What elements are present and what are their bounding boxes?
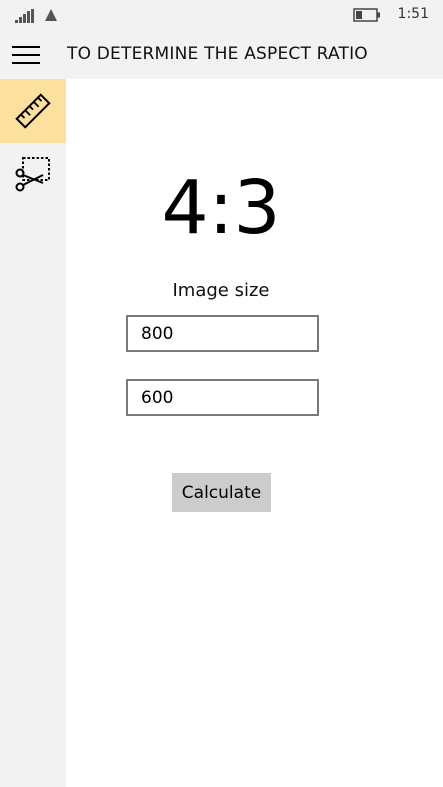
image-size-label: Image size — [172, 280, 270, 301]
height-input[interactable] — [126, 379, 319, 416]
network-icon — [45, 9, 57, 21]
battery-icon — [353, 8, 380, 22]
width-input[interactable] — [126, 315, 319, 352]
status-bar: 1:51 — [0, 0, 443, 32]
nav-pane — [0, 79, 66, 787]
ruler-icon — [15, 93, 51, 129]
calculate-button[interactable]: Calculate — [172, 473, 271, 512]
status-time: 1:51 — [397, 6, 429, 22]
hamburger-icon — [12, 46, 40, 64]
page-title: TO DETERMINE THE ASPECT RATIO — [67, 44, 368, 64]
nav-item-crop[interactable] — [0, 143, 66, 207]
aspect-ratio-result: 4:3 — [161, 165, 281, 251]
nav-item-aspect-ratio[interactable] — [0, 79, 66, 143]
main-content: 4:3 Image size Calculate — [66, 79, 443, 787]
menu-button[interactable] — [10, 40, 42, 70]
crop-scissors-icon — [15, 157, 50, 192]
app-header: TO DETERMINE THE ASPECT RATIO — [0, 32, 443, 79]
signal-strength-icon — [15, 9, 34, 23]
